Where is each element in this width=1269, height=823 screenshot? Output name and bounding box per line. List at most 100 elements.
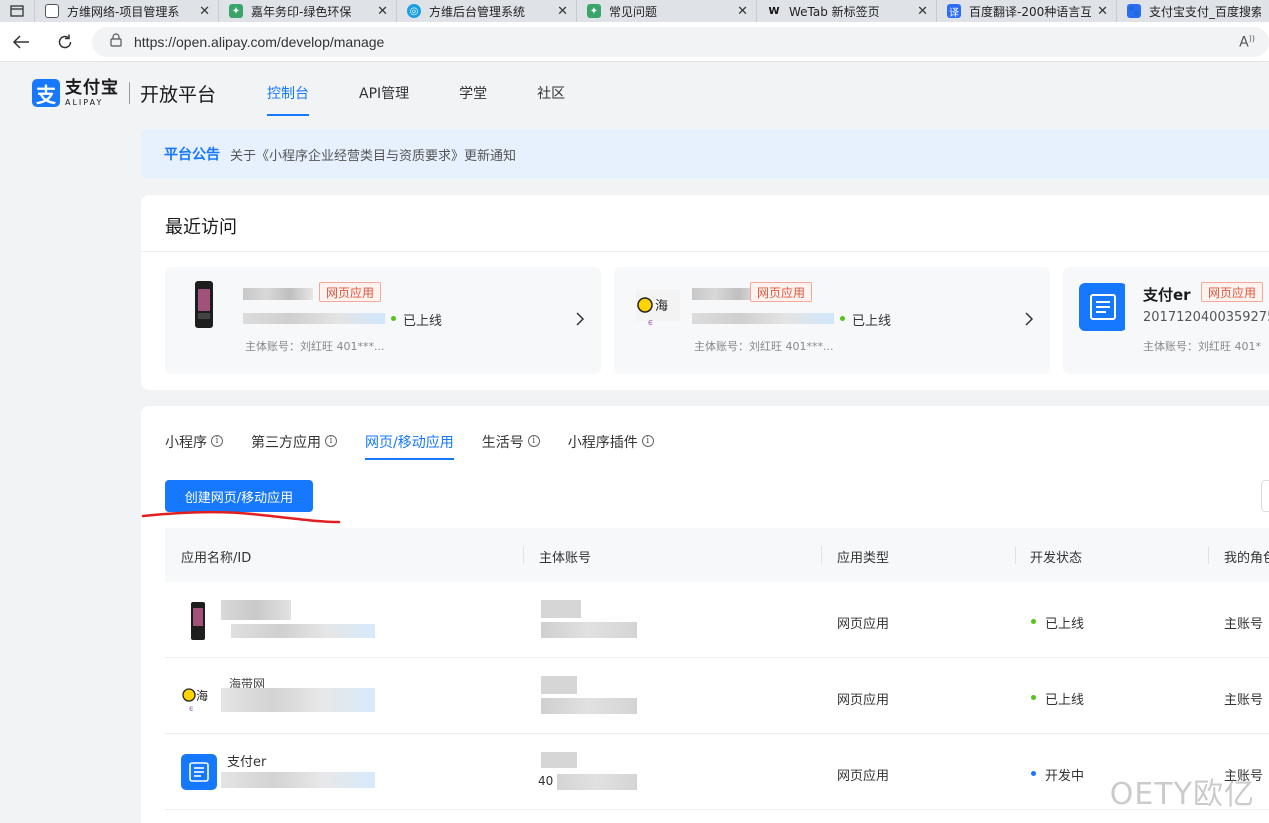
recent-card[interactable]: 网页应用 已上线 主体账号：刘红旺 401***... — [165, 267, 601, 374]
tab-title: WeTab 新标签页 — [789, 4, 880, 19]
watermark: OETY欧亿 — [1109, 777, 1255, 812]
account-blurred — [541, 676, 577, 694]
tab-close-icon[interactable]: ✕ — [199, 4, 210, 19]
status-dot — [391, 316, 396, 321]
platform-notice: 平台公告 关于《小程序企业经营类目与资质要求》更新通知 — [141, 129, 1269, 179]
app-type-tag: 网页应用 — [1201, 282, 1264, 302]
tab-close-icon[interactable]: ✕ — [1097, 4, 1108, 19]
app-type-tag: 网页应用 — [319, 282, 382, 302]
browser-tab[interactable]: 方维网络-项目管理系 ✕ — [34, 0, 218, 22]
chevron-right-icon[interactable] — [1024, 311, 1034, 330]
circle-icon: ◎ — [407, 4, 421, 18]
column-header: 应用类型 — [837, 551, 890, 566]
app-id-blurred — [221, 688, 375, 712]
recent-card[interactable]: 支付er 网页应用 2017120400359275 主体账号：刘红旺 401* — [1063, 267, 1269, 374]
divider — [141, 251, 1269, 252]
tab-close-icon[interactable]: ✕ — [737, 4, 748, 19]
table-row[interactable]: 海ϵ 海带网 网页应用 已上线 主账号 — [165, 658, 1269, 734]
main-nav: 控制台 API管理 学堂 社区 — [267, 62, 615, 124]
nav-academy[interactable]: 学堂 — [459, 62, 487, 124]
info-icon[interactable]: i — [211, 435, 223, 447]
notice-link[interactable]: 关于《小程序企业经营类目与资质要求》更新通知 — [230, 145, 516, 164]
svg-text:ϵ: ϵ — [648, 318, 654, 328]
status-dot — [840, 316, 845, 321]
table-row[interactable]: 支付er 40 网页应用 开发中 主账号 — [165, 734, 1269, 810]
account-blurred — [557, 774, 637, 790]
tab-actions-icon[interactable] — [0, 0, 34, 22]
url-field[interactable]: https://open.alipay.com/develop/manage A… — [92, 27, 1269, 57]
tab-title: 常见问题 — [609, 4, 658, 19]
column-header: 主体账号 — [539, 551, 592, 566]
tab-plugin[interactable]: 小程序插件 i — [568, 432, 654, 460]
browser-tab[interactable]: 🐾 支付宝支付_百度搜索 — [1116, 0, 1269, 22]
back-icon[interactable] — [10, 31, 32, 53]
nav-community[interactable]: 社区 — [537, 62, 565, 124]
app-type-tabs: 小程序 i 第三方应用 i 网页/移动应用 生活号 i 小程序插件 i — [165, 432, 682, 460]
logo-divider — [129, 82, 130, 104]
column-header: 应用名称/ID — [181, 551, 252, 566]
status-dot — [1031, 771, 1036, 776]
red-underline-annotation — [141, 510, 341, 524]
column-divider — [1015, 546, 1016, 564]
browser-address-bar: https://open.alipay.com/develop/manage A… — [0, 22, 1269, 62]
read-aloud-icon[interactable]: A)) — [1239, 34, 1255, 51]
tab-label: 小程序插件 — [567, 435, 638, 451]
svg-text:海: 海 — [196, 688, 208, 703]
table-row[interactable]: 网页应用 已上线 主账号 — [165, 582, 1269, 658]
account-blurred — [541, 752, 577, 768]
info-icon[interactable]: i — [325, 435, 337, 447]
app-thumbnail: 海ϵ — [181, 678, 217, 714]
lock-icon[interactable] — [110, 33, 122, 51]
tab-title: 支付宝支付_百度搜索 — [1149, 4, 1261, 19]
tab-title: 嘉年务印-绿色环保 — [251, 4, 352, 19]
app-id-blurred — [221, 772, 375, 788]
tab-title: 方维网络-项目管理系 — [67, 4, 180, 19]
app-thumbnail: 海ϵ — [636, 279, 682, 333]
status-dot — [1031, 695, 1036, 700]
platform-name: 开放平台 — [140, 83, 217, 106]
recent-title: 最近访问 — [165, 217, 237, 238]
browser-tab[interactable]: 译 百度翻译-200种语言互 ✕ — [936, 0, 1116, 22]
browser-tabbar: 方维网络-项目管理系 ✕ ✦ 嘉年务印-绿色环保 ✕ ◎ 方维后台管理系统 ✕ … — [0, 0, 1269, 22]
info-icon[interactable]: i — [641, 435, 654, 447]
app-name-blurred — [221, 600, 291, 620]
search-box-edge[interactable] — [1261, 480, 1269, 512]
tab-close-icon[interactable]: ✕ — [557, 4, 568, 19]
apps-panel: 小程序 i 第三方应用 i 网页/移动应用 生活号 i 小程序插件 i 创建网页/移动应… — [141, 406, 1269, 823]
tab-web-mobile[interactable]: 网页/移动应用 — [365, 432, 454, 460]
tab-close-icon[interactable]: ✕ — [377, 4, 388, 19]
recent-card[interactable]: 海ϵ 网页应用 已上线 主体账号：刘红旺 401***... — [614, 267, 1050, 374]
wetab-icon: W — [768, 5, 780, 17]
browser-tab[interactable]: ✦ 嘉年务印-绿色环保 ✕ — [218, 0, 396, 22]
browser-tab[interactable]: ◎ 方维后台管理系统 ✕ — [396, 0, 576, 22]
browser-tab[interactable]: ✦ 常见问题 ✕ — [576, 0, 756, 22]
alipay-logo[interactable]: 支 支付宝 ALIPAY 开放平台 — [32, 79, 216, 107]
column-header: 我的角色 — [1224, 551, 1269, 566]
my-role: 主账号 — [1224, 693, 1264, 708]
reload-icon[interactable] — [54, 31, 76, 53]
tab-close-icon[interactable]: ✕ — [917, 4, 928, 19]
svg-text:ϵ: ϵ — [189, 704, 194, 713]
doc-icon — [45, 4, 59, 18]
tab-mini-program[interactable]: 小程序 i — [165, 432, 223, 460]
tab-life-account[interactable]: 生活号 i — [482, 432, 540, 460]
nav-api[interactable]: API管理 — [359, 62, 409, 124]
logo-cn: 支付宝 — [65, 77, 119, 98]
account-blurred — [541, 698, 637, 714]
info-icon[interactable]: i — [527, 435, 540, 447]
my-role: 主账号 — [1224, 617, 1264, 632]
chevron-right-icon[interactable] — [575, 311, 585, 330]
tab-third-party[interactable]: 第三方应用 i — [251, 432, 337, 460]
nav-console[interactable]: 控制台 — [267, 62, 309, 124]
app-id: 2017120400359275 — [1143, 310, 1269, 325]
app-type: 网页应用 — [837, 693, 890, 708]
svg-text:海: 海 — [655, 299, 668, 314]
url-text[interactable]: https://open.alipay.com/develop/manage — [134, 34, 384, 50]
app-status: 已上线 — [852, 314, 892, 329]
app-thumbnail — [187, 279, 233, 333]
app-thumbnail — [181, 754, 217, 790]
tab-title: 百度翻译-200种语言互 — [969, 4, 1092, 19]
alipay-logo-mark: 支 — [32, 79, 60, 107]
browser-tab[interactable]: W WeTab 新标签页 ✕ — [756, 0, 936, 22]
dev-status: 开发中 — [1045, 769, 1085, 784]
